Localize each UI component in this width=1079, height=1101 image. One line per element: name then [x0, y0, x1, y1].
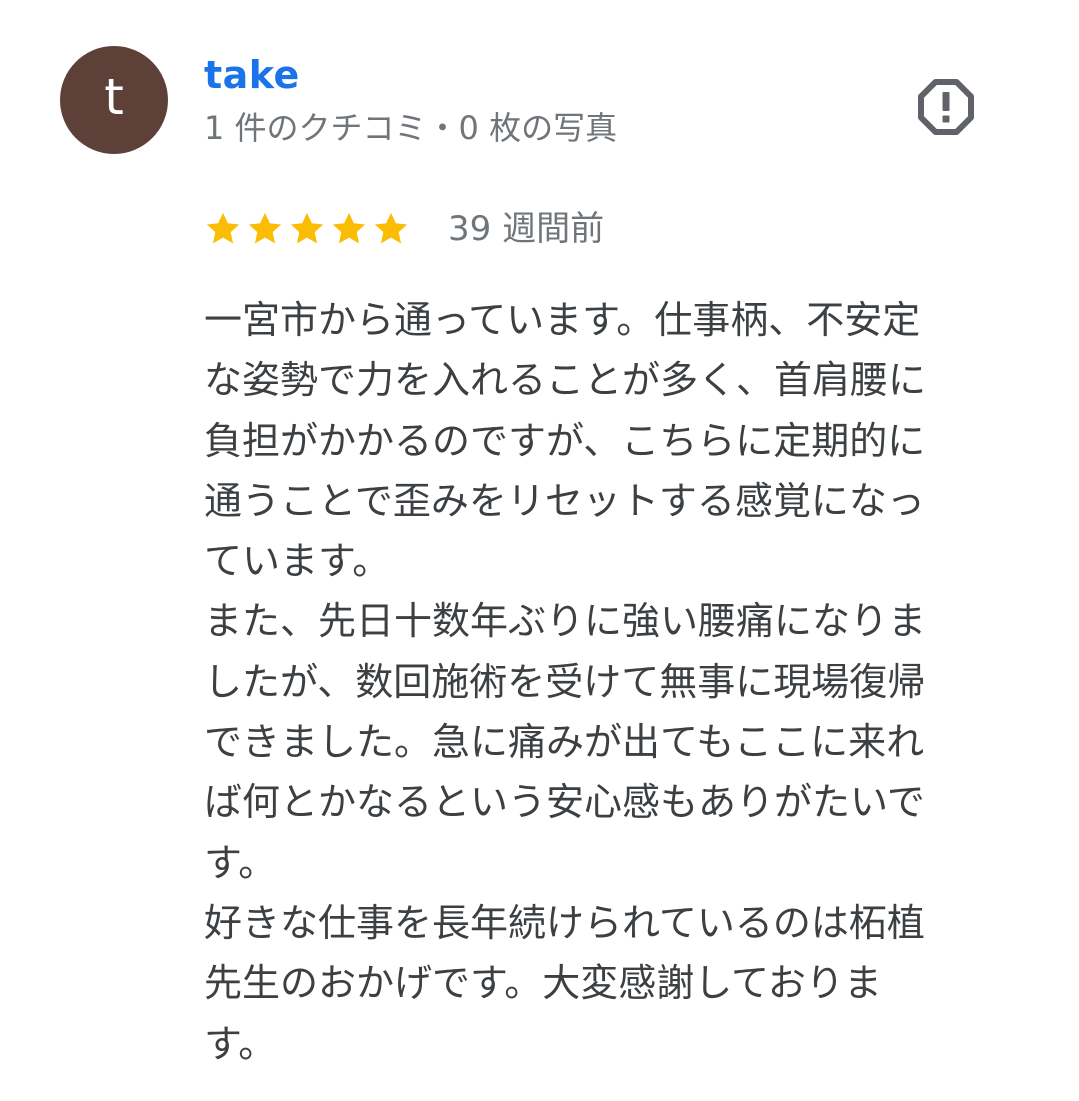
avatar[interactable]: t: [60, 46, 168, 154]
review-text: 一宮市から通っています。仕事柄、不安定 な姿勢で力を入れることが多く、首肩腰に 負担…: [204, 290, 1014, 1074]
review-text-line: す。: [204, 840, 277, 885]
rating-row: 39 週間前: [204, 204, 604, 254]
avatar-initial: t: [104, 68, 124, 126]
review-text-line: また、先日十数年ぶりに強い腰痛になりま: [204, 599, 927, 644]
review-card: t take 1 件のクチコミ・0 枚の写真 39 週間前 一宮市から通っていま…: [0, 0, 1079, 1101]
review-text-line: ています。: [204, 539, 391, 584]
star-rating: [204, 210, 410, 248]
star-icon: [372, 210, 410, 248]
review-text-line: できました。急に痛みが出てもここに来れ: [204, 720, 925, 765]
review-text-line: 一宮市から通っています。仕事柄、不安定: [204, 298, 921, 342]
review-text-line: 好きな仕事を長年続けられているのは柘植: [204, 900, 925, 945]
review-text-line: す。: [204, 1021, 277, 1066]
author-meta: 1 件のクチコミ・0 枚の写真: [204, 109, 618, 147]
report-button[interactable]: [916, 77, 976, 137]
report-icon: [916, 77, 976, 137]
review-date: 39 週間前: [448, 209, 605, 249]
star-icon: [330, 210, 368, 248]
star-icon: [204, 210, 242, 248]
review-text-line: ば何とかなるという安心感もありがたいで: [204, 780, 925, 825]
review-text-line: 負担がかかるのですが、こちらに定期的に: [204, 418, 926, 463]
review-text-line: したが、数回施術を受けて無事に現場復帰: [204, 659, 926, 704]
review-text-line: な姿勢で力を入れることが多く、首肩腰に: [204, 358, 927, 403]
review-text-line: 通うことで歪みをリセットする感覚になっ: [204, 478, 925, 523]
star-icon: [246, 210, 284, 248]
star-icon: [288, 210, 326, 248]
author-name[interactable]: take: [204, 50, 300, 100]
review-text-line: 先生のおかげです。大変感謝しておりま: [204, 961, 882, 1006]
